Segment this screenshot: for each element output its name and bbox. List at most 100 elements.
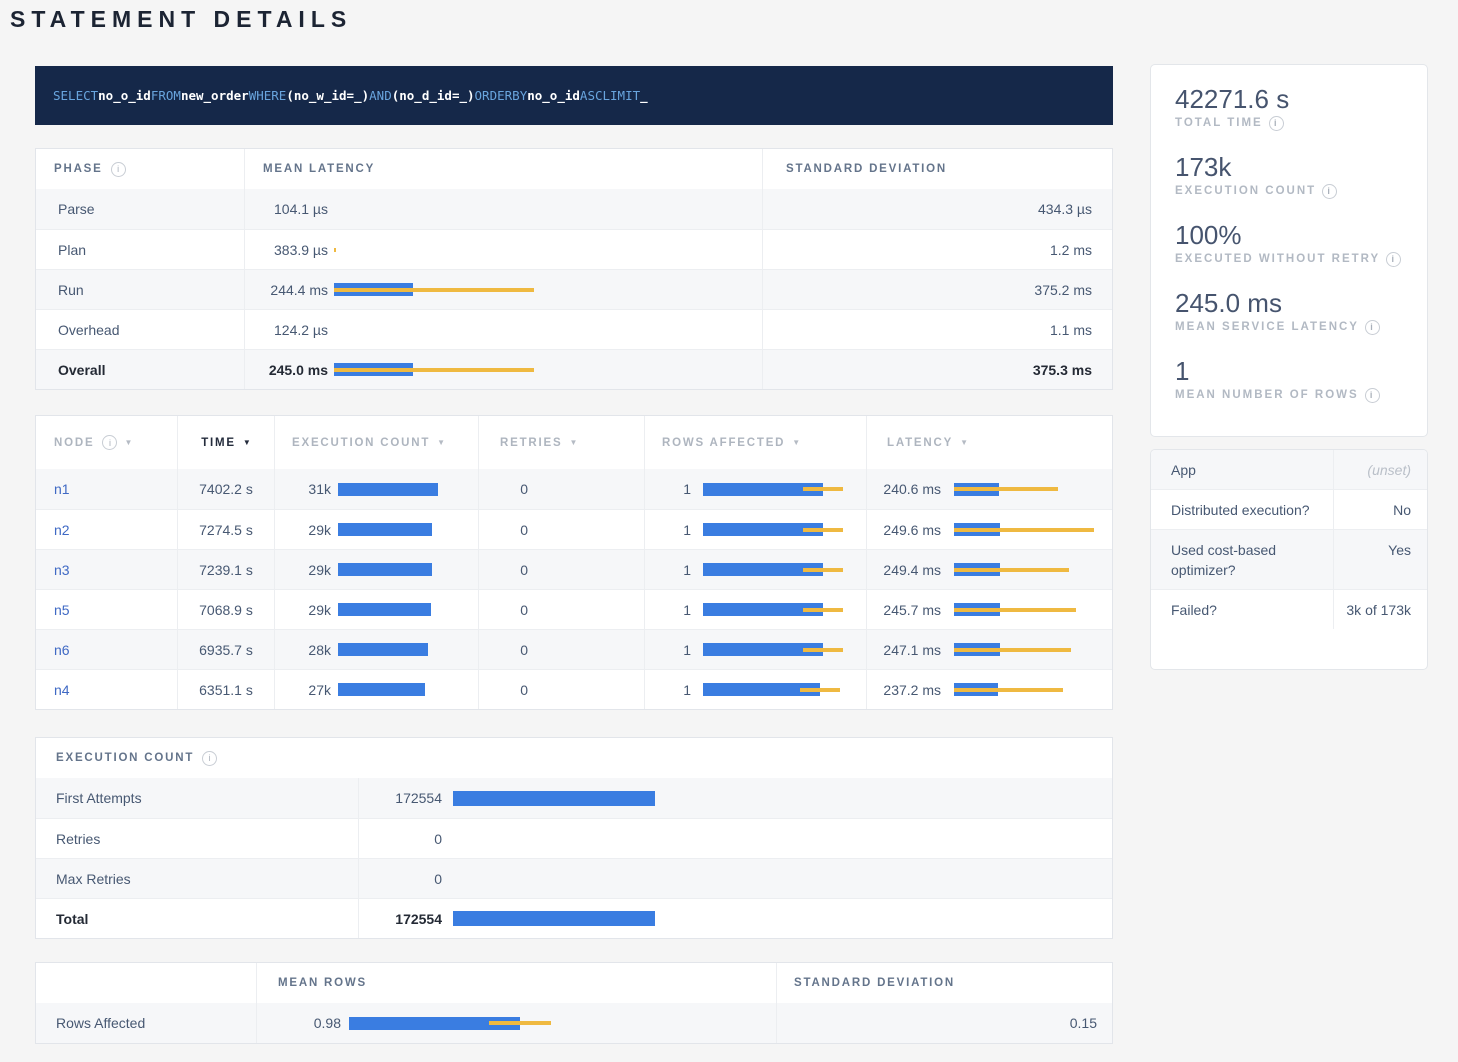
- retries-cell: 0: [479, 469, 645, 509]
- standard-deviation-value: 375.2 ms: [1034, 282, 1092, 298]
- sort-icon[interactable]: ▼: [437, 438, 445, 447]
- mean-latency-cell: 124.2 µs: [245, 310, 763, 349]
- sql-identifier: =: [452, 88, 460, 103]
- execution-count-cell: 29k: [275, 510, 479, 549]
- rows-affected-table: MEAN ROWS STANDARD DEVIATION Rows Affect…: [35, 962, 1113, 1044]
- info-icon[interactable]: i: [202, 751, 217, 766]
- execution-count-cell: 27k: [275, 670, 479, 709]
- time-cell: 6935.7 s: [178, 630, 275, 669]
- mean-bar: [338, 523, 432, 536]
- node-link[interactable]: n4: [54, 682, 70, 698]
- time-value: 6351.1 s: [199, 682, 253, 698]
- node-row: n4 6351.1 s 27k 0 1 237.2 ms: [36, 669, 1112, 709]
- latency-bar: [338, 483, 438, 496]
- app-detail-row: Distributed execution?No: [1151, 489, 1427, 529]
- sort-icon[interactable]: ▼: [569, 438, 577, 447]
- column-header-label: TIME: [201, 437, 236, 449]
- mean-bar: [338, 483, 438, 496]
- latency-bar: [703, 523, 843, 536]
- label-cell: Retries: [36, 819, 359, 858]
- rows-affected-cell: 1: [645, 550, 867, 589]
- mean-latency-header-label: MEAN LATENCY: [263, 163, 375, 175]
- retries-value: 0: [479, 682, 528, 698]
- sort-icon[interactable]: ▼: [124, 438, 132, 447]
- node-header-rows-affected[interactable]: ROWS AFFECTED ▼: [645, 416, 867, 469]
- mean-latency-value: 244.4 ms: [245, 282, 328, 298]
- column-header-label: EXECUTION COUNT: [292, 437, 430, 449]
- value-cell: 0: [359, 859, 1112, 898]
- node-header-retries[interactable]: RETRIES▼: [479, 416, 645, 469]
- retries-cell: 0: [479, 670, 645, 709]
- time-cell: 7402.2 s: [178, 469, 275, 509]
- rows-affected-value: 1: [645, 522, 691, 538]
- latency-cell: 240.6 ms: [867, 469, 1112, 509]
- latency-bar: [954, 643, 1071, 656]
- column-header-label: ROWS AFFECTED: [662, 437, 785, 449]
- info-icon[interactable]: i: [1386, 252, 1401, 267]
- phase-row: Run244.4 ms375.2 ms: [36, 269, 1112, 309]
- node-header-time[interactable]: TIME ▼: [178, 416, 275, 469]
- node-row: n37239.1 s29k01249.4 ms: [36, 549, 1112, 589]
- node-link[interactable]: n1: [54, 481, 70, 497]
- phase-name-cell: Overall: [36, 350, 245, 389]
- execution-count-header-label: EXECUTION COUNT: [56, 752, 194, 764]
- mean-rows-cell: 0.98: [257, 1003, 777, 1043]
- count-value: 172554: [359, 790, 442, 806]
- rows-affected-cell: 1: [645, 590, 867, 629]
- phase-name: Overall: [58, 362, 105, 378]
- summary-stat: 100%EXECUTED WITHOUT RETRYi: [1175, 220, 1403, 268]
- latency-bar: [703, 563, 843, 576]
- node-link[interactable]: n5: [54, 602, 70, 618]
- info-icon[interactable]: i: [1269, 116, 1284, 131]
- info-icon[interactable]: i: [1365, 388, 1380, 403]
- sql-identifier: no_o_id: [527, 88, 580, 103]
- info-icon[interactable]: i: [102, 435, 117, 450]
- summary-stat: 42271.6 sTOTAL TIMEi: [1175, 84, 1403, 132]
- execution-count-row: Max Retries 0: [36, 858, 1112, 898]
- node-header-node[interactable]: NODE i ▼: [36, 416, 178, 469]
- rows-affected-row: Rows Affected0.980.15: [36, 1003, 1112, 1043]
- sort-icon[interactable]: ▼: [243, 438, 251, 447]
- time-value: 7239.1 s: [199, 562, 253, 578]
- node-header-execution-count[interactable]: EXECUTION COUNT ▼: [275, 416, 479, 469]
- stat-value: 245.0 ms: [1175, 288, 1403, 318]
- execution-count-cell: 29k: [275, 590, 479, 629]
- info-icon[interactable]: i: [1322, 184, 1337, 199]
- mean-latency-cell: 104.1 µs: [245, 189, 763, 229]
- app-detail-label: Failed?: [1151, 590, 1334, 629]
- sort-icon[interactable]: ▼: [960, 438, 968, 447]
- retries-cell: 0: [479, 590, 645, 629]
- sort-icon[interactable]: ▼: [792, 438, 800, 447]
- column-header-label: NODE: [54, 437, 94, 449]
- row-label: Max Retries: [56, 871, 131, 887]
- mean-latency-value: 245.0 ms: [245, 362, 328, 378]
- node-link[interactable]: n3: [54, 562, 70, 578]
- rows-affected-header: MEAN ROWS STANDARD DEVIATION: [36, 963, 1112, 1003]
- rows-affected-value: 1: [645, 682, 691, 698]
- execution-count-value: 27k: [275, 682, 331, 698]
- node-header-latency[interactable]: LATENCY▼: [867, 416, 1112, 469]
- info-icon[interactable]: i: [111, 162, 126, 177]
- app-detail-value: Yes: [1334, 530, 1427, 589]
- latency-bar: [703, 683, 840, 696]
- stddev-bar: [803, 528, 843, 532]
- node-link[interactable]: n6: [54, 642, 70, 658]
- phase-header-cell: PHASE i: [36, 149, 245, 189]
- stat-value: 42271.6 s: [1175, 84, 1403, 114]
- value-cell: 0: [359, 819, 1112, 858]
- stddev-bar: [803, 608, 843, 612]
- mean-latency-value: 104.1 µs: [245, 201, 328, 217]
- stat-label: TOTAL TIMEi: [1175, 114, 1403, 132]
- stddev-bar: [803, 487, 843, 491]
- stddev-bar: [954, 568, 1069, 572]
- info-icon[interactable]: i: [1365, 320, 1380, 335]
- sql-identifier: =: [347, 88, 355, 103]
- latency-bar: [338, 603, 431, 616]
- sql-identifier: (no_d_id: [392, 88, 452, 103]
- node-row: n66935.7 s28k01247.1 ms: [36, 629, 1112, 669]
- latency-cell: 237.2 ms: [867, 670, 1112, 709]
- node-link[interactable]: n2: [54, 522, 70, 538]
- time-cell: 6351.1 s: [178, 670, 275, 709]
- rows-affected-cell: 1: [645, 469, 867, 509]
- stddev-bar: [954, 487, 1058, 491]
